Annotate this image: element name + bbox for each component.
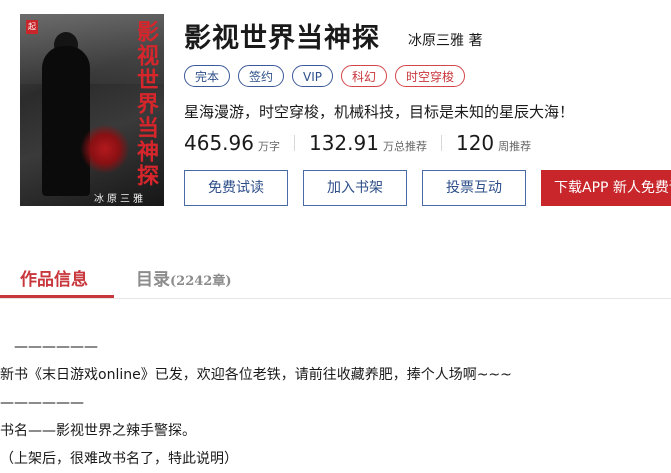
tab-book-info[interactable]: 作品信息: [20, 265, 88, 290]
stat-word-count: 465.96 万字: [184, 131, 280, 155]
book-author: 冰原三雅 著: [408, 30, 482, 50]
stat-weekly-recommend: 120 周推荐: [456, 131, 531, 155]
tab-catalog-count: (2242章): [170, 274, 232, 289]
book-intro: 星海漫游，时空穿梭，机械科技，目标是未知的星辰大海！: [184, 103, 575, 121]
cover-author: 冰原三雅 著: [94, 194, 146, 205]
author-link[interactable]: 冰原三雅: [408, 33, 464, 49]
cover-blood-splatter: [80, 124, 130, 174]
description-line: 新书《末日游戏online》已发，欢迎各位老铁，请前往收藏养肥，捧个人场啊~~~: [0, 367, 512, 383]
stat-divider: [440, 135, 442, 151]
stat-value: 132.91: [308, 131, 379, 155]
vote-button[interactable]: 投票互动: [422, 170, 526, 206]
cover-title: 影视世界当神探: [133, 20, 159, 188]
tag-scifi[interactable]: 科幻: [341, 65, 388, 87]
free-read-button[interactable]: 免费试读: [184, 170, 288, 206]
stat-value: 465.96: [184, 131, 254, 155]
book-stats: 465.96 万字 132.91 万总推荐 120 周推荐: [184, 131, 531, 155]
action-buttons: 免费试读 加入书架 投票互动 下载APP 新人免费读: [184, 170, 671, 206]
stat-unit: 万总推荐: [382, 140, 427, 153]
description-line: 书名——影视世界之辣手警探。: [0, 423, 196, 439]
tab-catalog[interactable]: 目录(2242章): [136, 265, 231, 290]
description-line: ——————: [0, 395, 84, 411]
tab-catalog-label: 目录: [136, 270, 170, 290]
stat-total-recommend: 132.91 万总推荐: [309, 131, 427, 155]
download-app-button[interactable]: 下载APP 新人免费读: [541, 170, 671, 206]
stat-value: 120: [455, 131, 495, 155]
tag-list: 完本 签约 VIP 科幻 时空穿梭: [184, 65, 466, 87]
cover-badge: 起: [26, 20, 38, 34]
book-cover[interactable]: 起 影视世界当神探 冰原三雅 著: [20, 14, 164, 206]
add-to-shelf-button[interactable]: 加入书架: [303, 170, 407, 206]
tag-time-travel[interactable]: 时空穿梭: [395, 65, 466, 87]
description-line: ——————: [0, 339, 98, 355]
author-suffix: 著: [468, 33, 483, 49]
tag-complete: 完本: [184, 65, 231, 87]
stat-unit: 万字: [257, 140, 280, 153]
tag-signed: 签约: [238, 65, 285, 87]
book-description: —————— 新书《末日游戏online》已发，欢迎各位老铁，请前往收藏养肥，捧…: [0, 333, 671, 473]
tag-vip: VIP: [292, 65, 334, 87]
stat-divider: [293, 135, 295, 151]
active-tab-underline: [0, 295, 114, 298]
description-line: （上架后，很难改书名了，特此说明）: [0, 451, 238, 467]
tab-bar: 作品信息 目录(2242章): [0, 255, 671, 299]
book-title: 影视世界当神探: [184, 23, 380, 54]
stat-unit: 周推荐: [498, 140, 532, 153]
